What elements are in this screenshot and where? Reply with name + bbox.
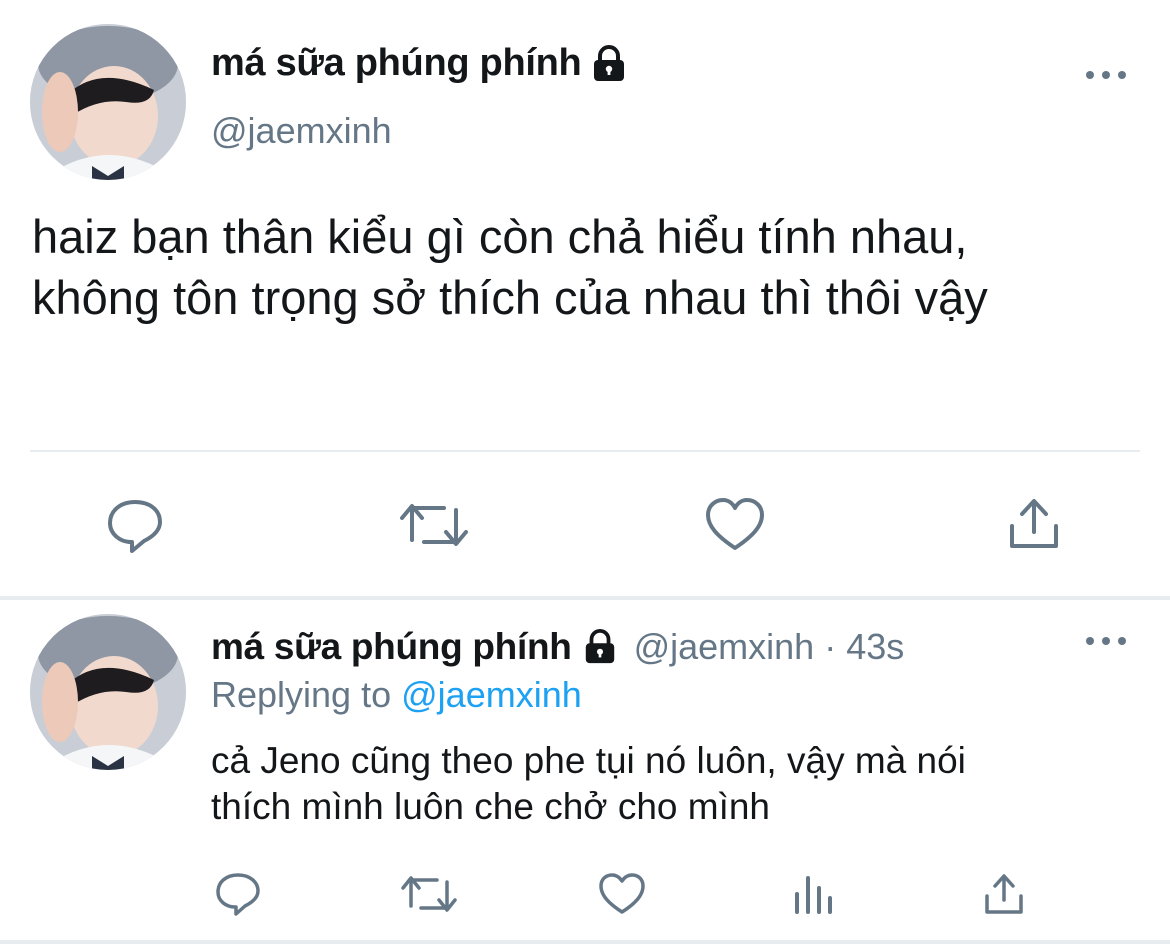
tweet-text: cả Jeno cũng theo phe tụi nó luôn, vậy m…	[211, 738, 966, 830]
tweet-text: haiz bạn thân kiểu gì còn chả hiểu tính …	[32, 206, 1142, 328]
tweet-text-line: không tôn trọng sở thích của nhau thì th…	[32, 271, 988, 324]
display-name[interactable]: má sữa phúng phính	[211, 626, 572, 668]
tweet-text-line: cả Jeno cũng theo phe tụi nó luôn, vậy m…	[211, 740, 966, 781]
handle[interactable]: @jaemxinh	[211, 110, 392, 152]
share-icon[interactable]	[1004, 496, 1064, 552]
like-icon[interactable]	[703, 496, 767, 554]
timestamp[interactable]: 43s	[846, 626, 904, 668]
retweet-icon[interactable]	[400, 872, 458, 916]
author-row: má sữa phúng phính	[211, 42, 627, 85]
separator-dot: ·	[824, 626, 837, 667]
avatar[interactable]	[30, 24, 186, 180]
reply-icon[interactable]	[214, 870, 262, 916]
tweet-text-line: thích mình luôn che chở cho mình	[211, 786, 771, 827]
avatar-image	[30, 24, 186, 180]
avatar[interactable]	[30, 614, 186, 770]
lock-icon	[591, 44, 627, 83]
reply-icon[interactable]	[104, 494, 166, 554]
more-icon[interactable]	[1086, 68, 1126, 82]
retweet-icon[interactable]	[398, 498, 470, 552]
replying-to: Replying to @jaemxinh	[211, 674, 582, 716]
like-icon[interactable]	[597, 872, 647, 916]
display-name[interactable]: má sữa phúng phính	[211, 42, 582, 85]
more-icon[interactable]	[1086, 634, 1126, 648]
tweet-text-line: haiz bạn thân kiểu gì còn chả hiểu tính …	[32, 210, 968, 263]
author-row: má sữa phúng phính @jaemxinh · 43s	[211, 626, 904, 668]
avatar-image	[30, 614, 186, 770]
replying-prefix: Replying to	[211, 674, 392, 715]
divider	[0, 940, 1170, 944]
main-tweet: má sữa phúng phính @jaemxinh haiz bạn th…	[0, 0, 1170, 598]
reply-tweet[interactable]: má sữa phúng phính @jaemxinh · 43s Reply…	[0, 600, 1170, 945]
divider	[30, 450, 1140, 452]
handle[interactable]: @jaemxinh	[634, 626, 815, 668]
analytics-icon[interactable]	[790, 872, 836, 916]
share-icon[interactable]	[981, 872, 1027, 916]
lock-icon	[582, 629, 618, 665]
replying-handle-link[interactable]: @jaemxinh	[401, 674, 582, 715]
